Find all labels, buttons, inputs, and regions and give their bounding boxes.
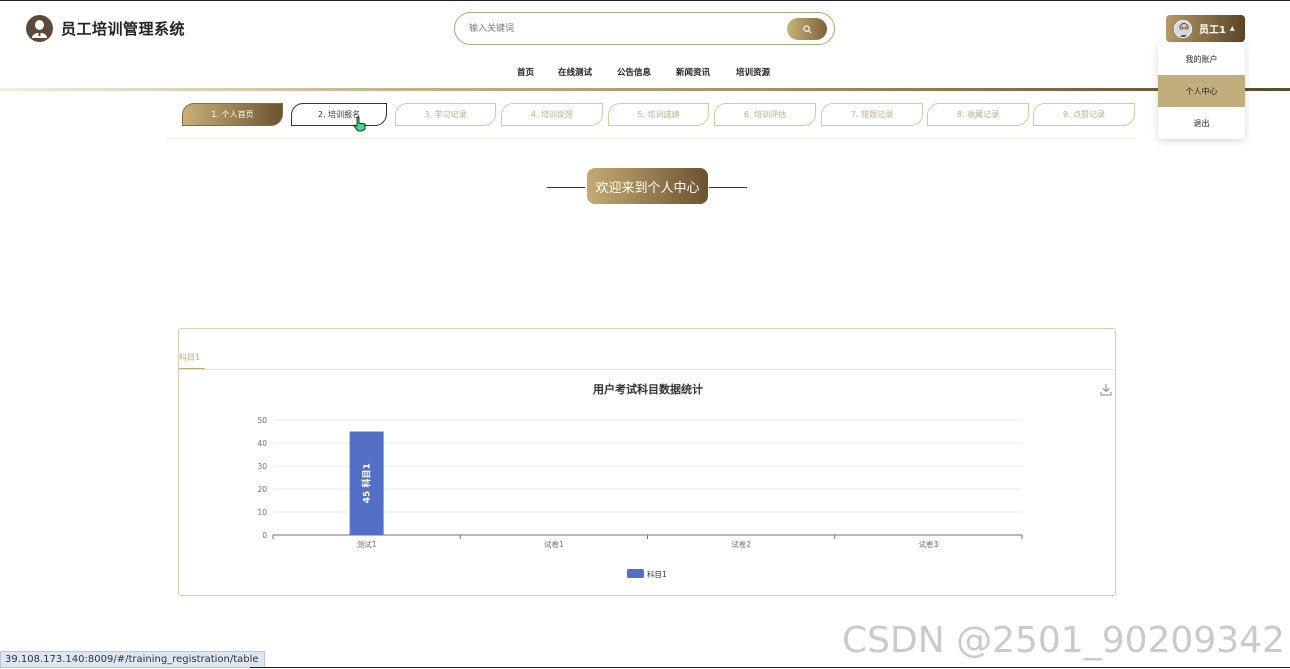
y-tick-label: 10 <box>257 508 267 517</box>
x-tick-label: 试卷3 <box>918 539 938 549</box>
tab-likes[interactable]: 9. 点赞记录 <box>1033 103 1135 126</box>
y-tick-label: 20 <box>257 485 267 494</box>
welcome-banner: 欢迎来到个人中心 <box>547 168 747 204</box>
tab-wrong-questions[interactable]: 7. 错题记录 <box>821 103 923 126</box>
nav-item-resources[interactable]: 培训资源 <box>736 66 770 78</box>
user-name: 员工1 <box>1199 25 1226 36</box>
download-icon[interactable] <box>1100 383 1112 396</box>
legend-swatch <box>627 569 644 578</box>
nav-item-home[interactable]: 首页 <box>517 66 534 78</box>
tab-training-evaluation[interactable]: 6. 培训评估 <box>714 103 816 126</box>
tab-favorites[interactable]: 8. 收藏记录 <box>927 103 1029 126</box>
welcome-right-line <box>709 187 747 188</box>
bar-data-label: 45 科目1 <box>361 463 373 503</box>
menu-item-my-account[interactable]: 我的账户 <box>1158 43 1245 75</box>
tab-training-registration[interactable]: 2. 培训报名 <box>291 103 387 126</box>
top-border <box>0 0 1290 1</box>
search-input[interactable] <box>469 20 769 38</box>
status-bar-url: 39.108.173.140:8009/#/training_registrat… <box>0 651 265 668</box>
nav-divider <box>0 88 1290 91</box>
caret-up-icon: ▲ <box>1229 25 1235 32</box>
chart-panel: 科目1 用户考试科目数据统计 0 10 20 30 40 50 测试1 45 科目1 试卷1 试卷2… <box>178 328 1116 596</box>
app-title: 员工培训管理系统 <box>61 20 186 38</box>
page: 员工培训管理系统 员工1 ▲ 我的账户 个人中心 <box>0 0 1290 669</box>
y-tick-label: 40 <box>257 439 267 448</box>
user-menu-button[interactable]: 员工1 ▲ <box>1166 15 1245 42</box>
menu-item-personal-center[interactable]: 个人中心 <box>1158 75 1245 107</box>
nav-item-news[interactable]: 新闻资讯 <box>676 66 710 78</box>
x-tick-label: 试卷2 <box>731 539 751 549</box>
main-nav: 首页 在线测试 公告信息 新闻资讯 培训资源 <box>0 66 1290 80</box>
watermark: CSDN @2501_90209342 <box>842 620 1285 661</box>
tab-study-records[interactable]: 3. 学习记录 <box>395 103 496 126</box>
welcome-left-line <box>547 187 585 188</box>
x-tick-label: 试卷1 <box>544 539 564 549</box>
tabs-divider <box>166 138 1136 139</box>
nav-item-online-test[interactable]: 在线测试 <box>558 66 592 78</box>
tab-training-feedback[interactable]: 4. 培训反馈 <box>501 103 603 126</box>
x-tick-label: 测试1 <box>357 539 377 549</box>
search-button[interactable] <box>787 18 827 40</box>
legend-label: 科目1 <box>647 569 667 579</box>
menu-item-logout[interactable]: 退出 <box>1158 107 1245 139</box>
search-icon <box>802 24 811 33</box>
hand-cursor-icon <box>353 116 366 132</box>
tab-training-scores[interactable]: 5. 培训成绩 <box>608 103 709 126</box>
search-box <box>454 12 835 45</box>
chart-title: 用户考试科目数据统计 <box>593 382 703 396</box>
logo[interactable]: 员工培训管理系统 <box>26 15 185 42</box>
bottom-border <box>250 667 1290 668</box>
y-tick-label: 30 <box>257 462 267 471</box>
tab-personal-home[interactable]: 1. 个人首页 <box>182 103 283 126</box>
welcome-text: 欢迎来到个人中心 <box>587 168 708 204</box>
nav-item-announcements[interactable]: 公告信息 <box>617 66 651 78</box>
bar-chart: 用户考试科目数据统计 0 10 20 30 40 50 测试1 45 科目1 试卷1 试卷2 试卷3 科… <box>257 382 1023 579</box>
y-tick-label: 50 <box>257 416 267 425</box>
logo-icon <box>26 15 53 42</box>
user-dropdown-menu: 我的账户 个人中心 退出 <box>1158 43 1245 139</box>
y-tick-label: 0 <box>262 531 267 540</box>
avatar <box>1174 19 1192 38</box>
